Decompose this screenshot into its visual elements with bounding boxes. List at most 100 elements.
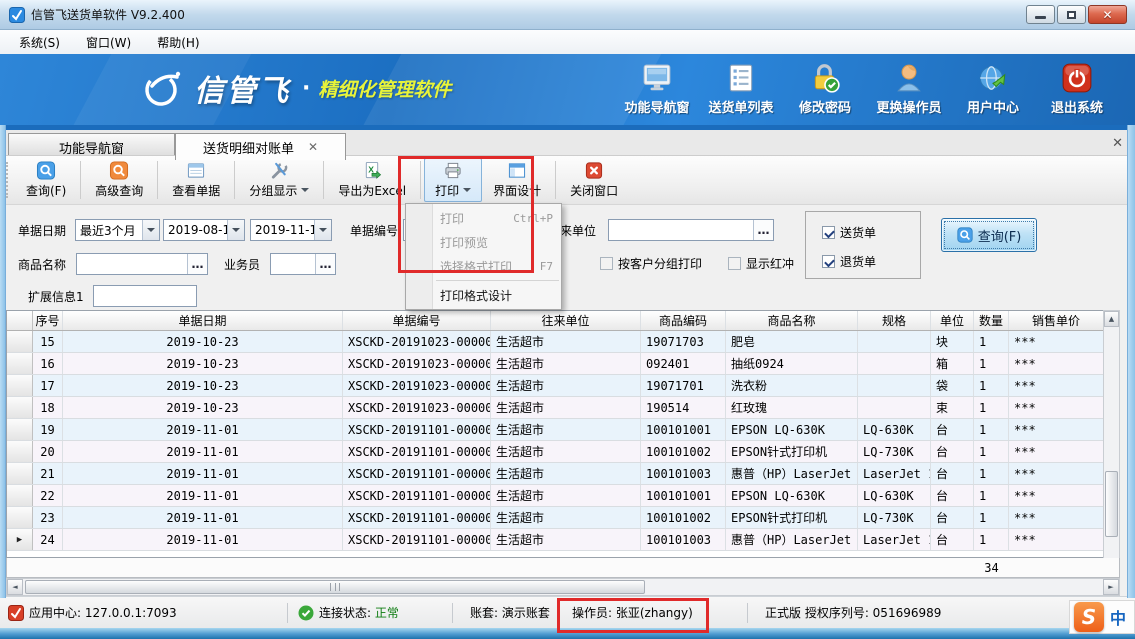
grid-header-cell[interactable]: 单据日期 [63,311,343,330]
scroll-right-button[interactable]: ► [1103,579,1119,595]
grid-header-cell[interactable]: 商品编码 [641,311,726,330]
date-to-select[interactable]: 2019-11-19 [250,219,332,241]
menu-help[interactable]: 帮助(H) [144,30,212,55]
cell-unit: 箱 [931,353,974,374]
row-selector-cell[interactable] [7,441,33,462]
ui-design-button[interactable]: 界面设计 [482,158,552,202]
table-row[interactable]: 22 2019-11-01 XSCKD-20191101-000002 生活超市… [7,485,1119,507]
show-red-checkbox[interactable]: 显示红冲 [728,255,794,272]
menu-item-print-preview: 打印预览 [406,230,561,254]
row-selector-cell[interactable] [7,507,33,528]
grid-body: 15 2019-10-23 XSCKD-20191023-000003 生活超市… [7,331,1119,551]
menu-system[interactable]: 系统(S) [6,30,73,55]
group-by-customer-checkbox[interactable]: 按客户分组打印 [600,255,702,272]
date-label: 单据日期 [18,219,66,241]
date-range-select[interactable]: 最近3个月 [75,219,160,241]
tab-delivery-detail[interactable]: 送货明细对账单 ✕ [175,133,346,160]
table-row[interactable]: 15 2019-10-23 XSCKD-20191023-000003 生活超市… [7,331,1119,353]
toolbar-label: 关闭窗口 [570,182,618,199]
table-row[interactable]: 18 2019-10-23 XSCKD-20191023-000003 生活超市… [7,397,1119,419]
table-row[interactable]: 17 2019-10-23 XSCKD-20191023-000003 生活超市… [7,375,1119,397]
scroll-up-button[interactable]: ▲ [1104,311,1119,327]
date-from-select[interactable]: 2019-08-19 [163,219,245,241]
row-selector-cell[interactable] [7,419,33,440]
banner-action-user-center[interactable]: 用户中心 [951,62,1035,116]
return-checkbox[interactable]: 退货单 [822,253,876,270]
product-input[interactable] [77,254,187,274]
horizontal-scrollbar[interactable]: ◄ ► [6,578,1120,596]
search-button[interactable]: 查询(F) [941,218,1037,252]
close-window-button[interactable]: 关闭窗口 [559,158,629,202]
close-button[interactable]: ✕ [1088,5,1127,24]
sogou-ime-icon[interactable]: S [1074,602,1104,632]
cell-qty: 1 [974,419,1009,440]
grid-header-cell[interactable]: 数量 [974,311,1009,330]
restore-button[interactable] [1057,5,1086,24]
cell-doc-date: 2019-10-23 [63,397,343,418]
grid-header-cell[interactable]: 往来单位 [491,311,641,330]
vertical-scroll-thumb[interactable] [1105,471,1118,537]
cell-spec [858,353,931,374]
row-selector-cell[interactable] [7,353,33,374]
print-button[interactable]: 打印 [424,158,482,202]
cell-doc-no: XSCKD-20191023-000003 [343,353,491,374]
grid-header-cell[interactable]: 序号 [33,311,63,330]
table-row[interactable]: 19 2019-11-01 XSCKD-20191101-000001 生活超市… [7,419,1119,441]
query-button[interactable]: 查询(F) [15,158,77,202]
banner-action-nav[interactable]: 功能导航窗 [615,62,699,116]
row-selector-cell[interactable] [7,463,33,484]
table-row[interactable]: 16 2019-10-23 XSCKD-20191023-000003 生活超市… [7,353,1119,375]
grid-header-cell[interactable]: 单据编号 [343,311,491,330]
row-selector-cell[interactable]: ▶ [7,529,33,550]
minimize-button[interactable] [1026,5,1055,24]
table-row[interactable]: 23 2019-11-01 XSCKD-20191101-000002 生活超市… [7,507,1119,529]
product-lookup-button[interactable]: … [187,254,207,274]
table-row[interactable]: 21 2019-11-01 XSCKD-20191101-000001 生活超市… [7,463,1119,485]
chevron-down-icon[interactable] [463,188,471,192]
table-row[interactable]: ▶ 24 2019-11-01 XSCKD-20191101-000002 生活… [7,529,1119,551]
cell-product-code: 19071701 [641,375,726,396]
horizontal-scroll-thumb[interactable] [25,580,645,594]
table-row[interactable]: 20 2019-11-01 XSCKD-20191101-000001 生活超市… [7,441,1119,463]
grid-header-cell[interactable]: 规格 [858,311,931,330]
group-display-button[interactable]: 分组显示 [238,158,320,202]
tab-close-icon[interactable]: ✕ [308,140,318,154]
cell-spec: LaserJet 1020 [858,463,931,484]
customer-lookup-button[interactable]: … [753,220,773,240]
cell-customer: 生活超市 [491,375,641,396]
grid-header-cell[interactable]: 销售单价 [1009,311,1104,330]
delivery-checkbox[interactable]: 送货单 [822,224,876,241]
cell-spec: LQ-630K [858,485,931,506]
row-selector-cell[interactable] [7,485,33,506]
row-selector-cell[interactable] [7,375,33,396]
row-selector-cell[interactable] [7,331,33,352]
salesman-lookup-button[interactable]: … [315,254,335,274]
menu-item-print-format-design[interactable]: 打印格式设计 [406,283,561,307]
export-excel-button[interactable]: X 导出为Excel [327,158,417,202]
vertical-scrollbar[interactable]: ▲ ▼ [1103,310,1120,578]
banner-action-switch-operator[interactable]: 更换操作员 [867,62,951,116]
ime-language-indicator[interactable]: 中 [1110,605,1126,629]
cell-product-name: 惠普（HP）LaserJet [726,529,858,550]
banner-action-delivery-list[interactable]: 送货单列表 [699,62,783,116]
ext-info-input[interactable] [93,285,197,307]
banner-action-exit[interactable]: 退出系统 [1035,62,1119,116]
combo-button[interactable] [142,220,159,240]
advanced-query-button[interactable]: 高级查询 [84,158,154,202]
banner-action-change-password[interactable]: 修改密码 [783,62,867,116]
row-selector-cell[interactable] [7,397,33,418]
grid-header-cell[interactable] [7,311,33,330]
salesman-input[interactable] [271,254,315,274]
view-document-button[interactable]: 查看单据 [161,158,231,202]
tabstrip-close-icon[interactable]: ✕ [1112,136,1123,151]
scroll-left-button[interactable]: ◄ [7,579,23,595]
combo-button[interactable] [227,220,244,240]
window-bottom-border [0,628,1135,639]
menu-window[interactable]: 窗口(W) [73,30,144,55]
grid-header-cell[interactable]: 单位 [931,311,974,330]
chevron-down-icon[interactable] [301,188,309,192]
grid-header-cell[interactable]: 商品名称 [726,311,858,330]
search-button-label: 查询(F) [978,226,1022,245]
customer-input[interactable] [609,220,753,240]
combo-button[interactable] [314,220,331,240]
